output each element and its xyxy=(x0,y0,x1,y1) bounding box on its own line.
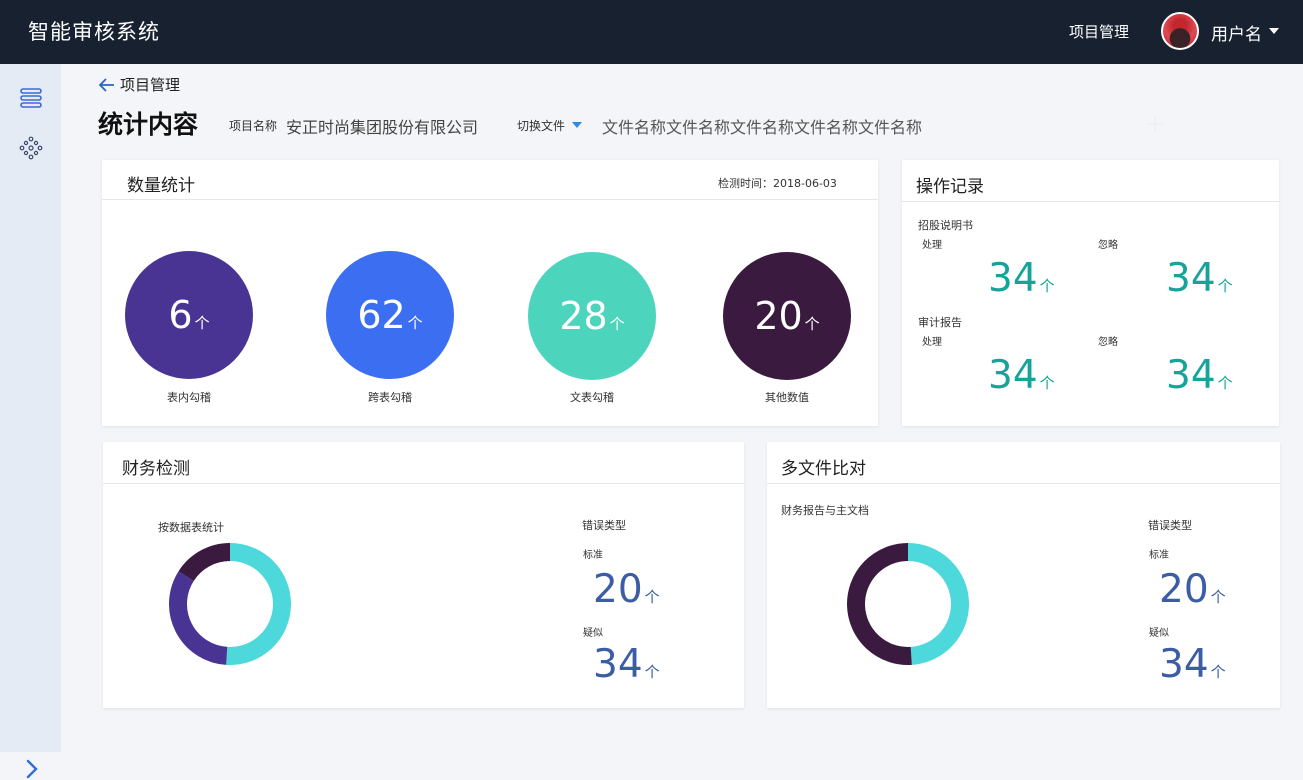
card-title: 多文件比对 xyxy=(781,459,866,479)
similar-count: 34 个 xyxy=(593,642,660,687)
error-type-label: 错误类型 xyxy=(582,519,626,532)
file-name: 文件名称文件名称文件名称文件名称文件名称 xyxy=(602,118,923,137)
detect-time: 检测时间：2018-06-03 xyxy=(718,177,837,190)
donut-segment-1 xyxy=(169,571,228,665)
ignore-count: 34 个 xyxy=(1166,353,1233,398)
app-title: 智能审核系统 xyxy=(28,20,160,44)
arrow-left-icon xyxy=(99,77,114,92)
quantity-card: 数量统计 检测时间：2018-06-03 6个 表内勾稽 62 个 跨表勾稽 28… xyxy=(102,160,878,426)
donut-chart xyxy=(847,543,969,665)
switch-file-dropdown[interactable]: 切换文件 xyxy=(517,117,565,134)
chart-label: 财务报告与主文档 xyxy=(781,504,869,517)
handle-count: 34 个 xyxy=(988,353,1055,398)
back-link[interactable]: 项目管理 xyxy=(99,74,180,95)
back-label: 项目管理 xyxy=(120,76,181,94)
stat-circle-cross-table: 62 个 xyxy=(326,251,454,379)
finance-card: 财务检测 按数据表统计 错误类型 标准 20 个 疑似 34 个 xyxy=(103,442,744,708)
handle-label: 处理 xyxy=(922,240,942,251)
chevron-right-icon[interactable] xyxy=(22,758,42,780)
network-icon[interactable] xyxy=(19,136,43,160)
caret-down-icon[interactable] xyxy=(572,122,582,128)
donut-segment-1 xyxy=(847,543,912,665)
multifile-card: 多文件比对 财务报告与主文档 错误类型 标准 20 个 疑似 34 个 xyxy=(767,442,1280,708)
nav-project-management[interactable]: 项目管理 xyxy=(1069,21,1129,42)
standard-label: 标准 xyxy=(583,550,603,561)
group-name: 审计报告 xyxy=(918,316,962,329)
donut-segment-0 xyxy=(226,543,291,665)
similar-label: 疑似 xyxy=(1149,628,1169,639)
chart-label: 按数据表统计 xyxy=(158,521,224,534)
ignore-count: 34 个 xyxy=(1166,256,1233,301)
ignore-label: 忽略 xyxy=(1098,240,1118,251)
donut-segment-0 xyxy=(907,543,969,665)
error-type-label: 错误类型 xyxy=(1148,519,1192,532)
page-title: 统计内容 xyxy=(98,110,199,139)
donut-segment-2 xyxy=(178,543,231,582)
handle-label: 处理 xyxy=(922,337,942,348)
stat-circle-other: 20 个 xyxy=(723,252,851,380)
caret-down-icon[interactable] xyxy=(1269,28,1279,34)
ignore-label: 忽略 xyxy=(1098,337,1118,348)
plus-icon[interactable] xyxy=(1146,115,1164,133)
stack-icon[interactable] xyxy=(19,86,43,110)
card-title: 操作记录 xyxy=(916,177,984,197)
project-name: 安正时尚集团股份有限公司 xyxy=(286,118,479,137)
card-title: 财务检测 xyxy=(122,459,190,479)
similar-count: 34 个 xyxy=(1159,642,1226,687)
stat-label: 文表勾稽 xyxy=(570,391,614,404)
sidebar xyxy=(0,64,61,779)
handle-count: 34 个 xyxy=(988,256,1055,301)
card-title: 数量统计 xyxy=(127,176,195,196)
standard-count: 20 个 xyxy=(1159,567,1226,612)
stat-label: 其他数值 xyxy=(765,391,809,404)
top-bar: 智能审核系统 项目管理 用户名 xyxy=(0,0,1303,64)
username[interactable]: 用户名 xyxy=(1211,20,1262,45)
standard-label: 标准 xyxy=(1149,550,1169,561)
donut-chart xyxy=(169,543,291,665)
avatar[interactable] xyxy=(1161,12,1199,50)
project-label: 项目名称 xyxy=(229,119,278,133)
standard-count: 20 个 xyxy=(593,567,660,612)
card-header xyxy=(103,442,744,484)
operations-card: 操作记录 招股说明书 处理 忽略 34 个 34 个 审计报告 处理 忽略 34 个 … xyxy=(902,160,1279,426)
stat-label: 表内勾稽 xyxy=(167,391,211,404)
stat-label: 跨表勾稽 xyxy=(368,391,412,404)
stat-circle-intra-table: 6个 xyxy=(125,251,253,379)
similar-label: 疑似 xyxy=(583,628,603,639)
stat-circle-text-table: 28 个 xyxy=(528,252,656,380)
group-name: 招股说明书 xyxy=(918,219,973,232)
